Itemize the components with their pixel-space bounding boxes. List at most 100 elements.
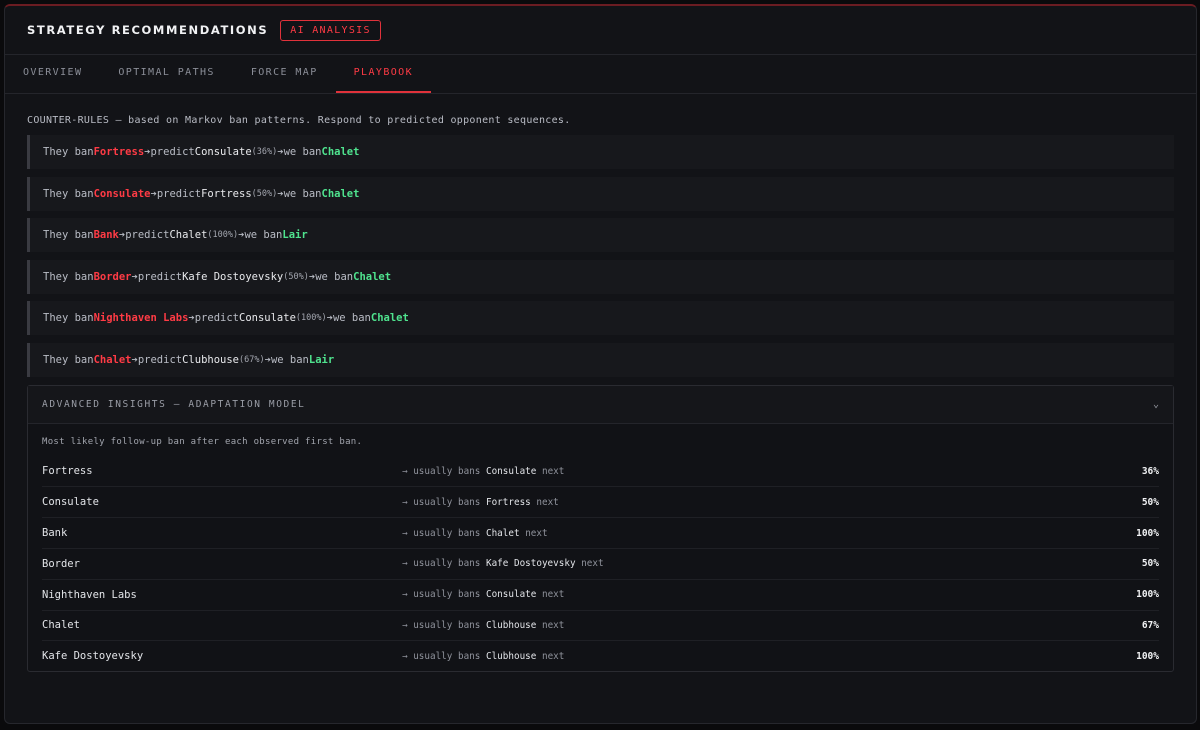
tab-optimal-paths[interactable]: OPTIMAL PATHS — [100, 55, 232, 93]
predict-label: predict — [137, 270, 183, 283]
advanced-insights-section: ADVANCED INSIGHTS — ADAPTATION MODEL ⌄ M… — [27, 384, 1174, 673]
first-ban-map: Border — [42, 557, 80, 570]
counter-rule: They ban Consulate ➔ predict Fortress (5… — [27, 176, 1174, 211]
adaptation-row: Fortress → usually bans Consulate next 3… — [42, 457, 1159, 488]
adaptation-row: Chalet → usually bans Clubhouse next 67% — [42, 611, 1159, 642]
next-label: next — [525, 527, 548, 539]
follow-up-probability: 36% — [1141, 465, 1159, 477]
they-ban-label: They ban — [43, 146, 94, 158]
first-ban-map: Consulate — [42, 496, 99, 509]
advanced-insights-toggle[interactable]: ADVANCED INSIGHTS — ADAPTATION MODEL ⌄ — [28, 385, 1173, 424]
tab-bar: OVERVIEW OPTIMAL PATHS FORCE MAP PLAYBOO… — [5, 55, 1196, 94]
predict-probability: (100%) — [295, 313, 327, 324]
counter-rules-intro: COUNTER-RULES — based on Markov ban patt… — [27, 115, 571, 126]
they-ban-label: They ban — [43, 270, 94, 283]
predict-label: predict — [194, 312, 239, 325]
predict-probability: (50%) — [251, 188, 278, 199]
predict-probability: (67%) — [239, 354, 265, 365]
chevron-down-icon[interactable]: ⌄ — [1153, 399, 1159, 410]
they-ban-label: They ban — [43, 187, 94, 200]
predict-probability: (50%) — [283, 271, 309, 282]
adaptation-row: Nighthaven Labs → usually bans Consulate… — [42, 580, 1159, 611]
predicted-map: Fortress — [201, 187, 252, 200]
banned-map: Consulate — [93, 187, 151, 200]
predicted-map: Clubhouse — [182, 353, 240, 366]
counter-rule: They ban Border ➔ predict Kafe Dostoyevs… — [27, 259, 1174, 294]
follow-up-probability: 100% — [1136, 650, 1159, 662]
we-ban-label: we ban — [283, 146, 322, 158]
banned-map: Fortress — [93, 146, 145, 158]
tab-playbook[interactable]: PLAYBOOK — [335, 55, 432, 93]
banned-map: Border — [93, 270, 132, 283]
follow-up-map: Clubhouse — [485, 650, 537, 662]
banned-map: Bank — [93, 229, 119, 242]
they-ban-label: They ban — [43, 312, 94, 325]
tab-overview[interactable]: OVERVIEW — [5, 55, 100, 93]
follow-up-map: Kafe Dostoyevsky — [485, 558, 576, 570]
usually-bans-label: → usually bans — [402, 558, 481, 570]
first-ban-map: Kafe Dostoyevsky — [42, 650, 144, 663]
we-ban-label: we ban — [315, 270, 354, 283]
follow-up-map: Consulate — [485, 589, 537, 601]
follow-up-text: → usually bans Consulate next — [402, 589, 564, 600]
counter-ban-map: Lair — [308, 353, 335, 366]
counter-ban-map: Chalet — [321, 146, 360, 158]
ai-analysis-badge: AI ANALYSIS — [280, 19, 381, 41]
usually-bans-label: → usually bans — [402, 496, 481, 508]
follow-up-text: → usually bans Clubhouse next — [402, 651, 564, 662]
follow-up-text: → usually bans Kafe Dostoyevsky next — [402, 558, 604, 569]
predict-label: predict — [125, 229, 170, 242]
they-ban-label: They ban — [43, 229, 94, 242]
next-label: next — [536, 496, 559, 508]
banned-map: Chalet — [93, 353, 132, 366]
follow-up-map: Clubhouse — [485, 619, 537, 631]
counter-rule: They ban Bank ➔ predict Chalet (100%) ➔ … — [27, 218, 1174, 253]
strategy-panel: STRATEGY RECOMMENDATIONS AI ANALYSIS OVE… — [4, 4, 1197, 724]
panel-header: STRATEGY RECOMMENDATIONS AI ANALYSIS — [5, 6, 1196, 55]
first-ban-map: Nighthaven Labs — [42, 588, 137, 601]
we-ban-label: we ban — [283, 187, 322, 200]
follow-up-text: → usually bans Chalet next — [402, 528, 548, 539]
predict-probability: (100%) — [207, 230, 239, 241]
banned-map: Nighthaven Labs — [93, 312, 189, 325]
predicted-map: Consulate — [194, 146, 252, 158]
follow-up-text: → usually bans Consulate next — [402, 466, 564, 477]
adaptation-table: Fortress → usually bans Consulate next 3… — [28, 457, 1173, 672]
follow-up-map: Chalet — [485, 527, 520, 539]
first-ban-map: Chalet — [42, 619, 80, 632]
first-ban-map: Bank — [42, 527, 68, 540]
counter-ban-map: Chalet — [353, 270, 392, 283]
counter-ban-map: Chalet — [321, 187, 360, 200]
follow-up-map: Consulate — [485, 465, 537, 477]
next-label: next — [541, 619, 565, 631]
follow-up-text: → usually bans Clubhouse next — [402, 620, 564, 631]
adaptation-row: Border → usually bans Kafe Dostoyevsky n… — [42, 549, 1159, 580]
follow-up-probability: 50% — [1141, 496, 1159, 508]
we-ban-label: we ban — [332, 312, 371, 325]
advanced-insights-title: ADVANCED INSIGHTS — ADAPTATION MODEL — [42, 398, 306, 410]
predicted-map: Consulate — [239, 312, 296, 325]
insights-description: Most likely follow-up ban after each obs… — [42, 436, 363, 447]
follow-up-probability: 100% — [1136, 589, 1159, 601]
adaptation-row: Consulate → usually bans Fortress next 5… — [42, 487, 1159, 519]
follow-up-text: → usually bans Fortress next — [402, 497, 559, 508]
counter-rule: They ban Fortress ➔ predict Consulate (3… — [27, 135, 1174, 169]
next-label: next — [541, 589, 565, 601]
follow-up-probability: 50% — [1141, 558, 1159, 570]
counter-rules-list: They ban Fortress ➔ predict Consulate (3… — [27, 135, 1174, 377]
follow-up-probability: 100% — [1136, 527, 1159, 539]
usually-bans-label: → usually bans — [402, 465, 481, 477]
counter-ban-map: Lair — [282, 229, 308, 242]
counter-rule: They ban Chalet ➔ predict Clubhouse (67%… — [27, 342, 1174, 377]
next-label: next — [541, 650, 565, 662]
counter-rule: They ban Nighthaven Labs ➔ predict Consu… — [27, 301, 1174, 336]
usually-bans-label: → usually bans — [402, 619, 481, 631]
we-ban-label: we ban — [270, 353, 309, 366]
follow-up-probability: 67% — [1141, 619, 1159, 631]
usually-bans-label: → usually bans — [402, 650, 481, 662]
tab-force-map[interactable]: FORCE MAP — [233, 55, 336, 93]
they-ban-label: They ban — [43, 353, 94, 366]
adaptation-row: Bank → usually bans Chalet next 100% — [42, 518, 1159, 549]
next-label: next — [581, 558, 604, 570]
usually-bans-label: → usually bans — [402, 527, 481, 539]
